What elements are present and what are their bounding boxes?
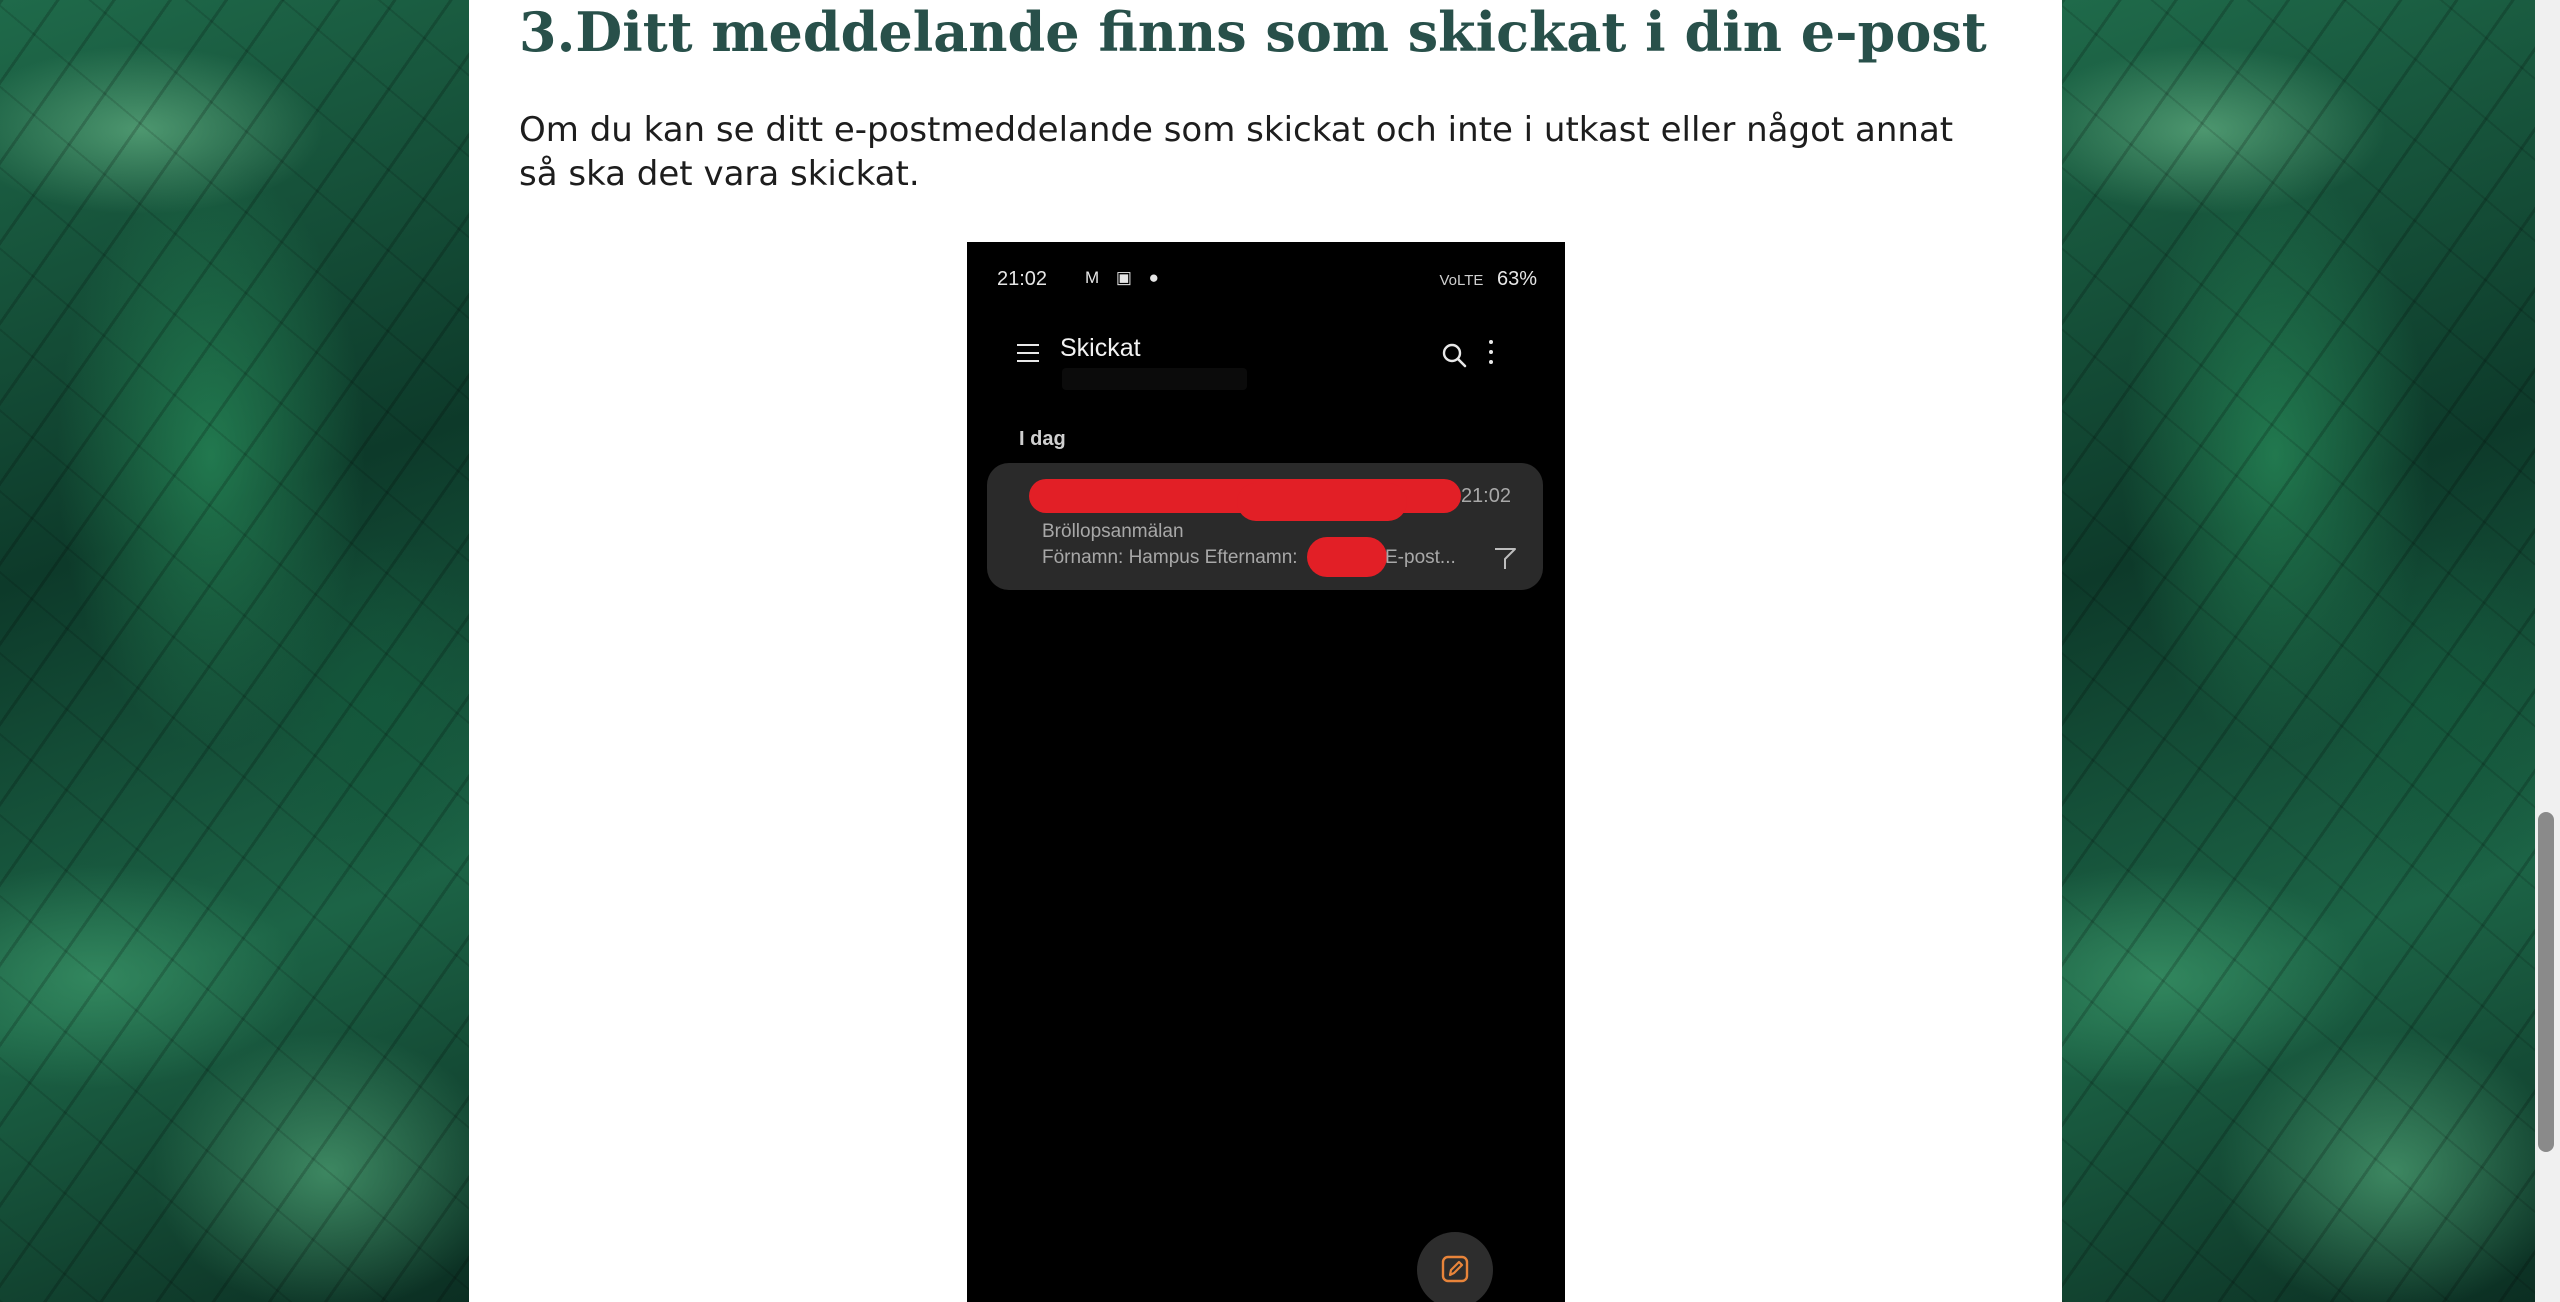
preview-redaction (1307, 537, 1387, 577)
status-time: 21:02 (997, 268, 1048, 290)
signal-icon: VoLTE (1439, 272, 1484, 289)
search-icon[interactable] (1441, 342, 1467, 368)
more-options-icon[interactable] (1487, 340, 1495, 370)
mail-preview: Förnamn: Hampus Efternamn: (1042, 547, 1298, 568)
folder-title: Skickat (1060, 334, 1141, 362)
leaf-background-right (2062, 0, 2535, 1302)
compose-icon (1441, 1255, 1469, 1283)
leaf-background-left (0, 0, 469, 1302)
mail-subject: Bröllopsanmälan (1042, 521, 1184, 542)
scrollbar-thumb[interactable] (2538, 812, 2554, 1152)
status-bar: 21:02 M ▣ ● VoLTE 63% (997, 268, 1537, 294)
article-content: 3.Ditt meddelande finns som skickat i di… (469, 0, 2062, 1302)
notification-icons: M ▣ ● (1085, 268, 1165, 287)
date-group-label: I dag (1019, 428, 1066, 450)
mail-time: 21:02 (1460, 485, 1511, 507)
sender-redaction-blob (1237, 483, 1407, 521)
phone-screenshot: 21:02 M ▣ ● VoLTE 63% Skickat I dag 21:0… (967, 242, 1565, 1302)
account-redaction (1062, 368, 1247, 390)
sent-mail-item[interactable]: 21:02 Bröllopsanmälan Förnamn: Hampus Ef… (987, 463, 1543, 590)
hamburger-menu-icon[interactable] (1017, 344, 1039, 362)
status-right: VoLTE 63% (1439, 268, 1537, 291)
section-heading: 3.Ditt meddelande finns som skickat i di… (519, 0, 1987, 64)
flag-icon[interactable] (1492, 545, 1518, 571)
battery-level: 63% (1496, 268, 1537, 290)
app-bar: Skickat (967, 328, 1565, 390)
section-paragraph: Om du kan se ditt e-postmeddelande som s… (519, 110, 1954, 194)
compose-button[interactable] (1417, 1232, 1493, 1302)
mail-preview-tail: E-post... (1385, 547, 1456, 568)
